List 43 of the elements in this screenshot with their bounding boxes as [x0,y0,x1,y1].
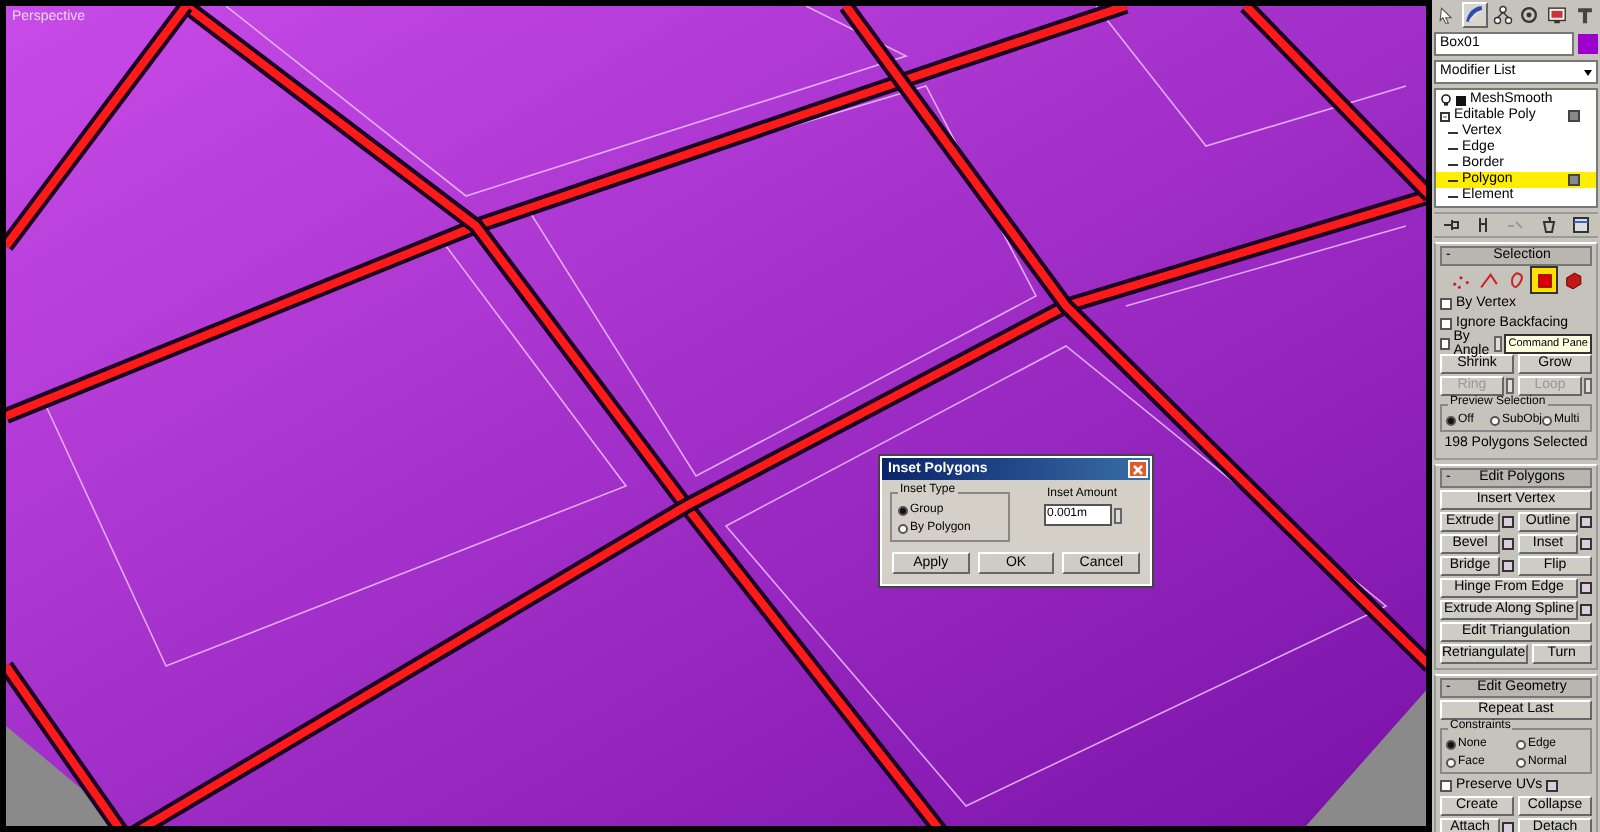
close-icon [1132,463,1144,475]
checkbox[interactable] [1440,779,1452,791]
command-panel-tab[interactable] [1516,2,1543,28]
checkbox[interactable] [1440,317,1452,329]
subobject-level-button[interactable] [1532,268,1556,292]
command-panel-tab[interactable] [1489,2,1516,28]
settings-icon[interactable] [1546,779,1559,791]
edge-icon [1477,269,1499,291]
settings-icon[interactable] [1502,538,1514,550]
hammer-icon [1573,4,1596,26]
settings-icon[interactable] [1580,582,1592,594]
loop-icon [1505,269,1527,291]
settings-icon[interactable] [1580,538,1592,550]
configure-icon[interactable] [1572,216,1591,234]
curve-icon [1463,4,1486,26]
square-icon [1568,174,1580,186]
square-icon [1568,110,1580,122]
color-swatch[interactable] [1578,34,1598,54]
pin-icon[interactable] [1441,216,1460,234]
settings-icon[interactable] [1580,516,1592,528]
motion-icon [1518,4,1541,26]
checkbox[interactable] [1440,337,1450,349]
spinner-icon[interactable] [1113,507,1121,523]
settings-icon[interactable] [1502,516,1514,528]
fork-icon[interactable] [1474,216,1493,234]
square-icon [1456,95,1466,105]
settings-icon[interactable] [1502,560,1514,572]
settings-icon[interactable] [1502,822,1514,832]
collapse-icon[interactable] [1440,111,1450,121]
subobject-level-button[interactable] [1476,268,1500,292]
hierarchy-icon [1491,4,1514,26]
command-panel-tab[interactable] [1544,2,1571,28]
bulb-icon[interactable] [1440,94,1452,106]
monitor-icon [1546,4,1569,26]
angle-spinner[interactable] [1494,335,1503,351]
checkbox[interactable] [1440,297,1452,309]
command-panel-tab[interactable] [1461,2,1488,28]
subobject-level-button[interactable] [1560,268,1584,292]
pointer-icon [1436,4,1458,26]
close-button[interactable] [1128,460,1148,478]
square-icon [1533,269,1555,291]
settings-icon[interactable] [1580,604,1592,616]
trash-icon[interactable] [1539,216,1558,234]
